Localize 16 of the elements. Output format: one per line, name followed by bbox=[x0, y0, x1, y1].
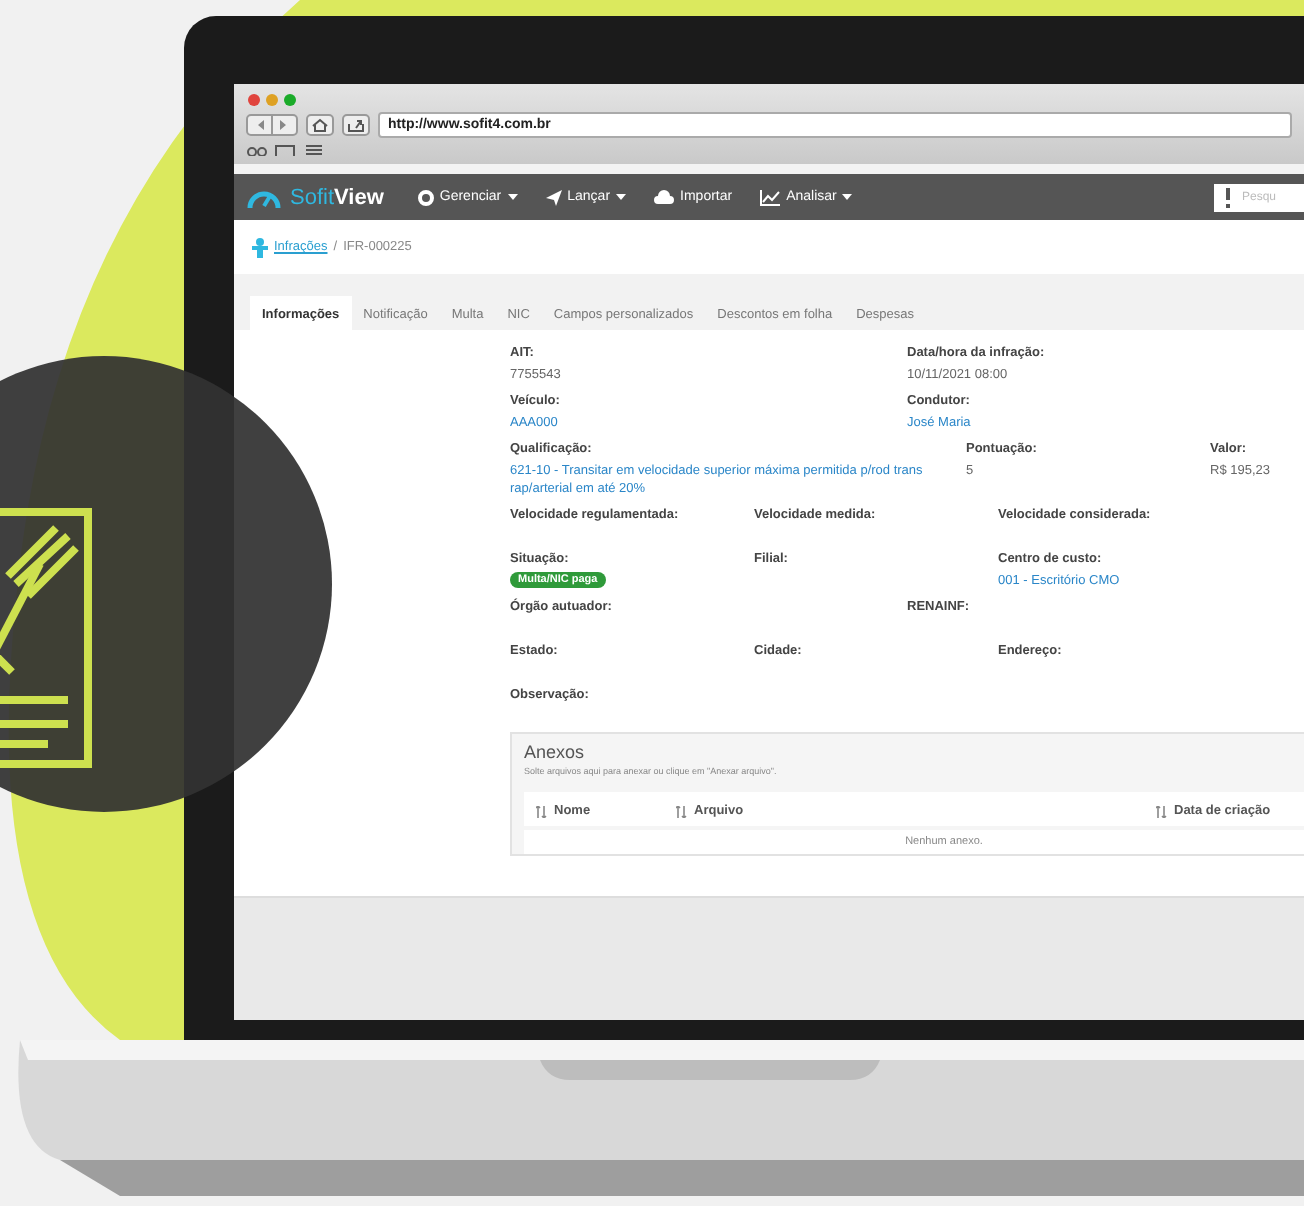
paper-plane-icon bbox=[545, 189, 562, 205]
sort-icon bbox=[536, 805, 548, 817]
share-icon[interactable] bbox=[342, 113, 370, 135]
sort-icon bbox=[1156, 805, 1168, 817]
person-icon bbox=[252, 237, 268, 257]
sort-icon bbox=[676, 805, 688, 817]
gear-icon bbox=[417, 189, 434, 205]
attachments-title: Anexos bbox=[524, 742, 585, 762]
alert-icon bbox=[1224, 187, 1232, 207]
cloud-upload-icon bbox=[654, 190, 675, 204]
bookmarks-icon[interactable] bbox=[246, 143, 326, 156]
logo[interactable]: SofitView bbox=[290, 185, 384, 209]
line-chart-icon bbox=[760, 189, 781, 205]
home-icon[interactable] bbox=[306, 113, 334, 135]
back-forward-icon[interactable] bbox=[246, 113, 298, 135]
traffic-lights-icon bbox=[246, 92, 298, 105]
